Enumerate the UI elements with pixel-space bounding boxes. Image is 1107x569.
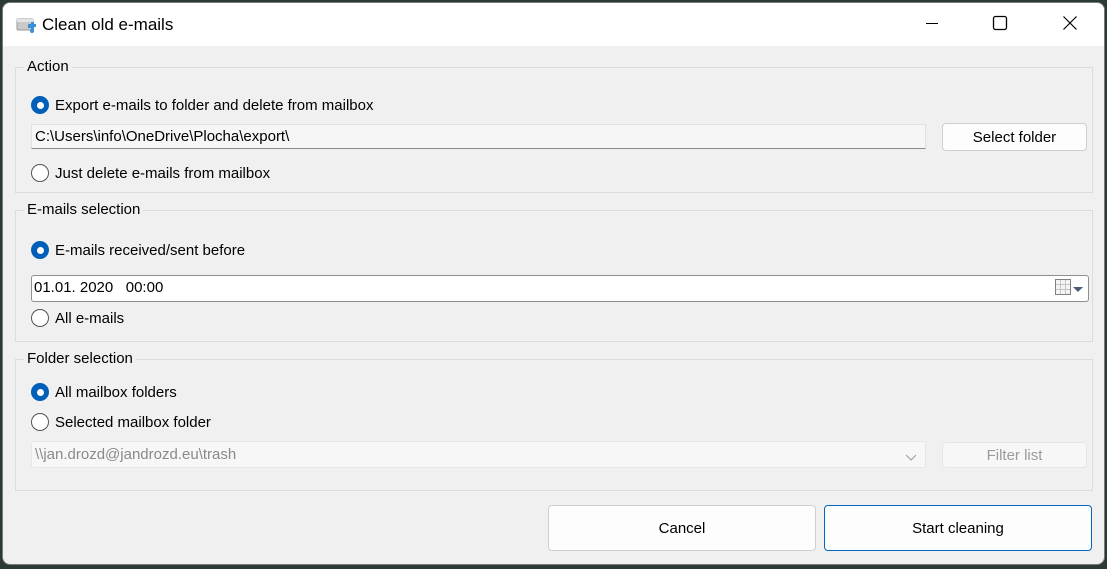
selected-folder-radio[interactable] (31, 413, 49, 431)
minimize-icon (924, 15, 940, 35)
maximize-icon (992, 15, 1008, 35)
filter-list-button[interactable]: Filter list (942, 442, 1087, 468)
action-group: Action Export e-mails to folder and dele… (15, 58, 1093, 193)
window-title: Clean old e-mails (42, 15, 174, 34)
app-icon (16, 15, 38, 35)
maximize-button[interactable] (977, 3, 1023, 46)
select-folder-button[interactable]: Select folder (942, 123, 1087, 151)
all-emails-option-label: All e-mails (55, 309, 125, 327)
all-folders-option[interactable]: All mailbox folders (31, 383, 177, 401)
all-folders-option-label: All mailbox folders (55, 383, 177, 401)
folder-value: \\jan.drozd@jandrozd.eu\trash (35, 446, 237, 463)
chevron-down-icon (905, 449, 917, 466)
title-bar[interactable]: Clean old e-mails (3, 3, 1104, 46)
date-picker[interactable]: 01.01. 2020 00:00 (31, 275, 1089, 302)
all-emails-radio[interactable] (31, 309, 49, 327)
delete-radio[interactable] (31, 164, 49, 182)
selected-folder-option[interactable]: Selected mailbox folder (31, 413, 211, 431)
export-option-label: Export e-mails to folder and delete from… (55, 96, 374, 114)
action-group-label: Action (24, 58, 72, 75)
emails-selection-group: E-mails selection E-mails received/sent … (15, 201, 1093, 342)
all-emails-option[interactable]: All e-mails (31, 309, 124, 327)
folder-selection-group-label: Folder selection (24, 350, 136, 367)
calendar-icon (1055, 279, 1072, 300)
before-date-option-label: E-mails received/sent before (55, 241, 246, 259)
date-value: 01.01. 2020 00:00 (34, 279, 164, 296)
chevron-down-icon (1072, 281, 1084, 298)
close-icon (1062, 15, 1078, 35)
before-date-option[interactable]: E-mails received/sent before (31, 241, 245, 259)
export-radio[interactable] (31, 96, 49, 114)
cancel-button[interactable]: Cancel (548, 505, 816, 551)
folder-selection-group: Folder selection All mailbox folders Sel… (15, 350, 1093, 491)
selected-folder-option-label: Selected mailbox folder (55, 413, 211, 431)
export-path-field[interactable]: C:\Users\info\OneDrive\Plocha\export\ (31, 124, 926, 149)
folder-dropdown[interactable]: \\jan.drozd@jandrozd.eu\trash (31, 441, 926, 468)
start-cleaning-button[interactable]: Start cleaning (824, 505, 1092, 551)
before-date-radio[interactable] (31, 241, 49, 259)
delete-option[interactable]: Just delete e-mails from mailbox (31, 164, 270, 182)
all-folders-radio[interactable] (31, 383, 49, 401)
calendar-dropdown-button[interactable] (1055, 279, 1084, 300)
delete-option-label: Just delete e-mails from mailbox (55, 164, 271, 182)
emails-selection-group-label: E-mails selection (24, 201, 144, 218)
minimize-button[interactable] (909, 3, 955, 46)
dialog-window: Clean old e-mails Action Export e-mails … (2, 2, 1105, 565)
close-button[interactable] (1047, 3, 1093, 46)
export-option[interactable]: Export e-mails to folder and delete from… (31, 96, 373, 114)
